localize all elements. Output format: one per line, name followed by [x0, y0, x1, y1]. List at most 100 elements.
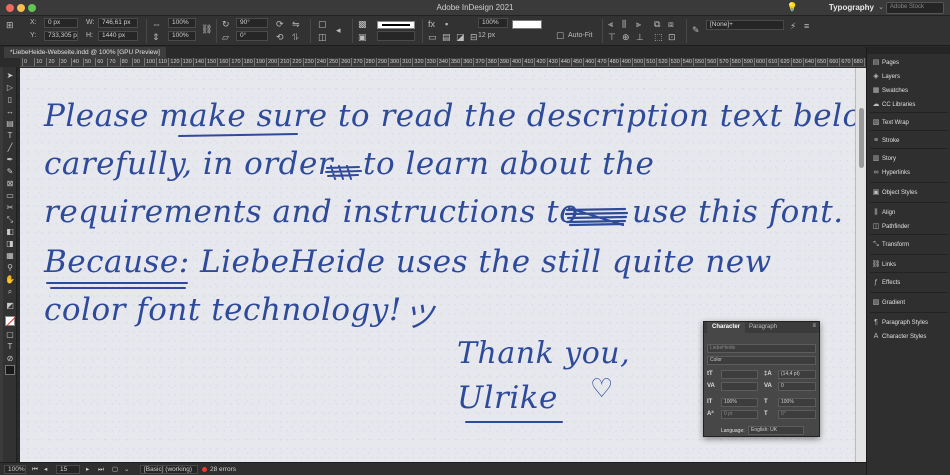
line-tool-icon[interactable]: ╱ [5, 143, 15, 153]
scale-x-field[interactable]: 100% [168, 18, 196, 28]
dock-item-story[interactable]: ▥ Story [870, 153, 948, 164]
dock-item-hyperlinks[interactable]: ∞ Hyperlinks [870, 167, 948, 178]
fill-icon[interactable]: ▩ [358, 19, 367, 29]
center-content-icon[interactable]: ⊡ [668, 32, 676, 42]
panel-menu-icon[interactable]: ≡ [804, 21, 809, 31]
wrap-bounding-icon[interactable]: ▤ [442, 32, 451, 42]
last-page-icon[interactable]: ⏭ [98, 465, 104, 474]
lightbulb-icon[interactable]: 💡 [787, 2, 798, 13]
scissors-tool-icon[interactable]: ✂ [5, 203, 15, 213]
dock-item-pages[interactable]: ▤ Pages [870, 57, 948, 68]
rectangle-tool-icon[interactable]: ▭ [5, 191, 15, 201]
vertical-scrollbar[interactable] [855, 68, 866, 462]
scrollbar-thumb[interactable] [859, 108, 864, 168]
font-family-dropdown[interactable]: LiebeHeide [707, 344, 816, 353]
wrap-shape-icon[interactable]: ◪ [456, 32, 465, 42]
workspace-switcher[interactable]: Typography [829, 3, 874, 12]
formatting-text-icon[interactable]: T [5, 342, 15, 352]
default-colors-icon[interactable]: ◩ [5, 301, 15, 311]
first-page-icon[interactable]: ⏮ [32, 465, 38, 474]
direct-selection-tool-icon[interactable]: ▷ [5, 83, 15, 93]
font-size-field[interactable] [721, 370, 758, 379]
rotate-90-cw-icon[interactable]: ⟳ [276, 19, 284, 29]
scale-y-field[interactable]: 100% [168, 31, 196, 41]
language-dropdown[interactable]: English: UK [748, 426, 804, 435]
fit-content-icon[interactable]: ⧈ [668, 19, 674, 29]
dock-item-text-wrap[interactable]: ▧ Text Wrap [870, 117, 948, 128]
pen-tool-icon[interactable]: ✒ [5, 155, 15, 165]
drop-shadow-icon[interactable]: ▪ [445, 19, 448, 29]
jump-object-icon[interactable]: ⊟ [470, 32, 478, 42]
align-center-icon[interactable]: ⫼ [622, 19, 626, 29]
text-wrap-none-icon[interactable]: ▭ [428, 32, 437, 42]
opacity-field[interactable]: 100% [478, 18, 508, 28]
selection-tool-icon[interactable]: ➤ [5, 71, 15, 81]
pencil-tool-icon[interactable]: ✎ [5, 167, 15, 177]
frame-fitting-icon[interactable]: ⧉ [654, 19, 660, 29]
kerning-field[interactable] [721, 382, 758, 391]
align-right-icon[interactable]: ⫸ [636, 19, 641, 29]
chevron-down-icon[interactable]: ⌄ [878, 3, 884, 11]
dock-item-stroke[interactable]: ≡ Stroke [870, 135, 948, 146]
next-page-icon[interactable]: ▸ [86, 465, 89, 474]
tracking-field[interactable]: 0 [778, 382, 816, 391]
free-transform-tool-icon[interactable]: ⤡ [5, 215, 15, 225]
tab-character[interactable]: Character [707, 322, 746, 333]
reference-point-icon[interactable]: ⊞ [6, 20, 14, 30]
preflight-error-count[interactable]: 28 errors [210, 465, 236, 474]
stroke-type-swatch[interactable] [377, 21, 415, 29]
skew-field[interactable]: 0° [778, 410, 816, 419]
gap-tool-icon[interactable]: ↔ [5, 107, 15, 117]
dock-item-transform[interactable]: ⤡ Transform [870, 239, 948, 250]
chevron-down-icon[interactable]: ⌄ [124, 465, 129, 474]
object-style-dropdown[interactable]: [None]+ [706, 20, 784, 30]
autofit-checkbox[interactable]: ☐ [556, 31, 564, 41]
w-field[interactable]: 746,61 px [98, 18, 138, 28]
page-tool-icon[interactable]: ▯ [5, 95, 15, 105]
content-collector-icon[interactable]: ▤ [5, 119, 15, 129]
zoom-tool-icon[interactable]: ⌕ [5, 287, 15, 297]
fill-frame-icon[interactable]: ⬚ [654, 32, 663, 42]
stroke-color-icon[interactable]: ▣ [358, 32, 367, 42]
dock-item-pathfinder[interactable]: ◫ Pathfinder [870, 221, 948, 232]
apply-none-icon[interactable]: ⊘ [5, 354, 15, 364]
horizontal-scale-field[interactable]: 100% [778, 398, 816, 407]
x-field[interactable]: 0 px [44, 18, 78, 28]
vertical-scale-field[interactable]: 100% [721, 398, 758, 407]
baseline-shift-field[interactable]: 0 pt [721, 410, 758, 419]
font-style-dropdown[interactable]: Color [707, 356, 816, 365]
dock-item-character-styles[interactable]: A Character Styles [870, 331, 948, 342]
dock-item-object-styles[interactable]: ▣ Object Styles [870, 187, 948, 198]
flip-vertical-icon[interactable]: ⥮ [292, 32, 299, 42]
object-style-icon[interactable]: ✎ [692, 25, 700, 35]
fill-stroke-swatch[interactable] [5, 316, 15, 326]
select-content-icon[interactable]: ◫ [318, 32, 327, 42]
align-left-icon[interactable]: ⫷ [608, 19, 613, 29]
align-top-icon[interactable]: ⊤ [608, 32, 616, 42]
rectangle-frame-tool-icon[interactable]: ⊠ [5, 179, 15, 189]
select-previous-icon[interactable]: ◂ [336, 25, 341, 35]
leading-field[interactable]: (14,4 pt) [778, 370, 816, 379]
zoom-field[interactable]: 100% [4, 465, 26, 474]
constrain-proportions-icon[interactable]: ⛓ [201, 24, 212, 34]
panel-menu-icon[interactable]: ≡ [812, 323, 816, 329]
dock-item-paragraph-styles[interactable]: ¶ Paragraph Styles [870, 317, 948, 328]
effects-fx-icon[interactable]: fx [428, 19, 435, 29]
hand-tool-icon[interactable]: ✋ [5, 275, 15, 285]
dock-item-links[interactable]: ⛓ Links [870, 259, 948, 270]
document-tab[interactable]: *LiebeHeide-Webseite.indd @ 100% [GPU Pr… [4, 47, 166, 58]
quick-apply-icon[interactable]: ⚡ [790, 21, 796, 31]
dock-item-gradient[interactable]: ▨ Gradient [870, 297, 948, 308]
dock-item-layers[interactable]: ◈ Layers [870, 71, 948, 82]
preflight-profile[interactable]: [Basic] (working) [140, 465, 198, 474]
stock-search-input[interactable]: Adobe Stock [886, 2, 944, 14]
screen-mode-icon[interactable] [5, 365, 15, 375]
dock-item-cc-libraries[interactable]: ☁ CC Libraries [870, 99, 948, 110]
fill-swatch[interactable] [512, 20, 542, 29]
rotation-field[interactable]: 90° [236, 18, 268, 28]
formatting-container-icon[interactable]: ▢ [5, 330, 15, 340]
align-middle-icon[interactable]: ⊕ [622, 32, 630, 42]
dock-header[interactable] [867, 47, 950, 54]
eyedropper-tool-icon[interactable]: ⚲ [5, 263, 15, 273]
select-container-icon[interactable]: ▢ [318, 19, 327, 29]
